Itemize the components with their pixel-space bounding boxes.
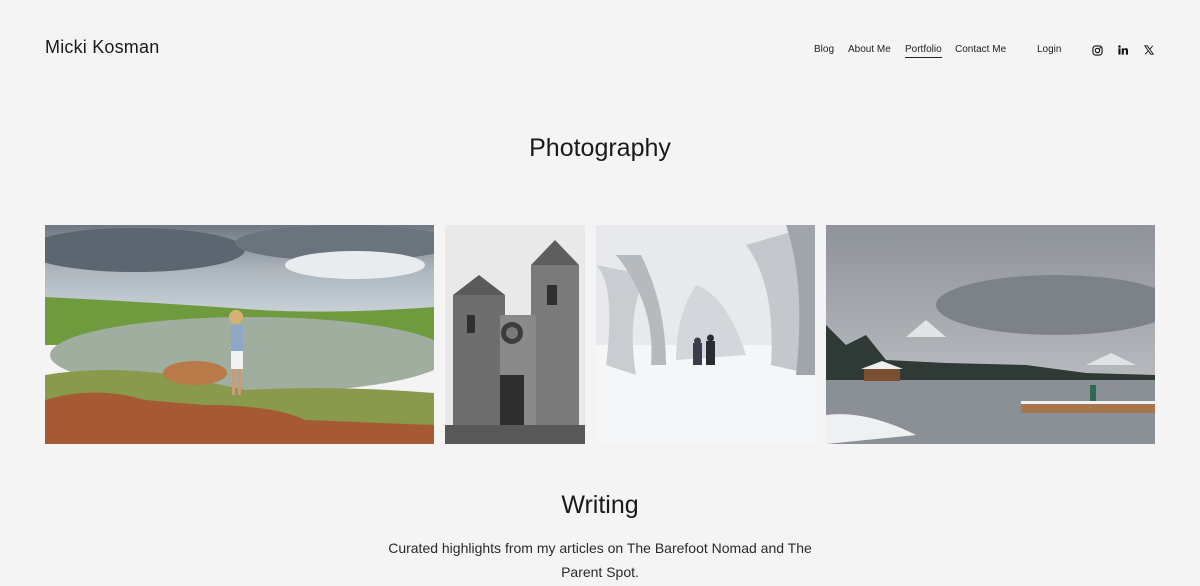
gallery-photo-lake[interactable] [45, 225, 434, 444]
nav-item-blog[interactable]: Blog [814, 44, 834, 56]
nav-item-portfolio[interactable]: Portfolio [905, 44, 942, 58]
instagram-icon[interactable] [1090, 43, 1104, 57]
nav-item-contact-me[interactable]: Contact Me [955, 44, 1006, 56]
gallery-photo-cathedral[interactable] [445, 225, 585, 444]
nav-item-about-me[interactable]: About Me [848, 44, 891, 56]
photography-heading: Photography [529, 134, 671, 162]
writing-description: Curated highlights from my articles on T… [388, 540, 812, 580]
writing-heading: Writing [561, 491, 639, 519]
gallery-photo-snow-path[interactable] [596, 225, 815, 444]
site-title[interactable]: Micki Kosman [45, 37, 159, 58]
login-link[interactable]: Login [1037, 44, 1061, 56]
linkedin-icon[interactable] [1116, 43, 1130, 57]
gallery-photo-winter-lake[interactable] [826, 225, 1155, 444]
x-icon[interactable] [1142, 43, 1156, 57]
